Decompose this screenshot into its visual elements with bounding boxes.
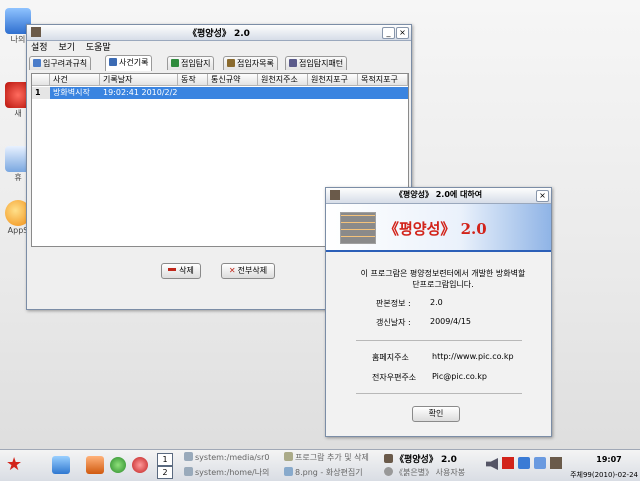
folder-icon [184,467,193,476]
ok-button[interactable]: 확인 [412,406,460,422]
tab-bar: 입구려과규칙 사건기록 접입탐지 접입자목록 접입탐지패턴 [27,55,411,71]
installer-icon [284,452,293,461]
window-title: 《평양성》 2.0 [188,29,250,39]
field-label: 갱신날자 : [376,318,411,327]
field-value: 2.0 [430,298,443,307]
main-window-titlebar[interactable]: 《평양성》 2.0 _ × [27,25,411,41]
image-editor-icon [284,467,293,476]
task-item[interactable]: system:/home/나의 [184,467,269,478]
menu-view[interactable]: 보기 [58,41,75,55]
tab-intrusion-detect[interactable]: 접입탐지 [167,56,215,70]
firewall-logo-icon [340,212,376,244]
field-label: 홈페지주소 [372,353,409,362]
column-header[interactable]: 원천지포구 [308,74,358,86]
close-button[interactable]: × [396,27,409,39]
task-item[interactable]: 프로그람 추가 및 삭제 [284,452,369,463]
package-icon[interactable] [86,456,104,474]
input-method-icon[interactable] [534,457,546,469]
clock[interactable]: 19:07 [584,455,634,464]
task-item[interactable]: 8.png - 화상편집기 [284,467,363,478]
tab-intruder-list[interactable]: 접입자목록 [223,56,278,70]
log-icon [109,58,117,66]
task-item[interactable]: 《붉은별》 사용자봉 [384,467,465,478]
banner-title: 《평양성》 2.0 [384,220,487,238]
delete-all-button[interactable]: ✕ 전부삭제 [221,263,275,279]
row-number-header [32,74,50,86]
pattern-icon [289,59,297,67]
table-cell: 방화벽시작 [50,87,100,99]
field-label: 전자우편주소 [372,373,417,382]
divider [356,340,522,341]
volume-icon[interactable] [486,458,498,470]
menu-help[interactable]: 도움말 [86,41,111,55]
divider [356,393,522,394]
field-value: 2009/4/15 [430,317,472,326]
menu-settings[interactable]: 설정 [31,41,48,55]
network-icon[interactable] [518,457,530,469]
table-cell [308,87,358,99]
taskbar: ★ 1 2 system:/media/sr0 프로그람 추가 및 삭제 《평양… [0,449,640,481]
help-icon [384,467,393,476]
app-icon [384,454,393,463]
date: 주체99(2010)-02-24 [570,471,638,479]
tab-filter-rules[interactable]: 입구려과규칙 [29,56,92,70]
start-menu-star-icon[interactable]: ★ [6,456,40,474]
table-cell [258,87,308,99]
task-item-active[interactable]: 《평양성》 2.0 [384,452,457,465]
folder-icon [184,452,193,461]
delete-button[interactable]: 삭제 [161,263,201,279]
close-button[interactable]: × [536,190,549,202]
table-row[interactable]: 1 방화벽시작 19:02:41 2010/2/2 [32,87,408,99]
column-header[interactable]: 통신규약 [208,74,258,86]
table-cell [178,87,208,99]
list-icon [227,59,235,67]
column-header[interactable]: 목적지포구 [358,74,408,86]
table-cell [208,87,258,99]
homepage-link[interactable]: http://www.pic.co.kp [432,352,514,361]
field-label: 판본정보 : [376,299,411,308]
menubar: 설정 보기 도움말 [27,41,411,55]
description: 이 프로그람은 평양정보련터에서 개발한 방화벽할단프로그람입니다. [360,269,526,289]
column-header[interactable]: 사건 [50,74,100,86]
column-header[interactable]: 동작 [178,74,208,86]
browser-icon[interactable] [110,457,126,473]
media-icon[interactable] [132,457,148,473]
row-number: 1 [32,87,50,99]
table-cell: 19:02:41 2010/2/2 [100,87,178,99]
flag-icon[interactable] [502,457,514,469]
task-item[interactable]: system:/media/sr0 [184,452,269,462]
table-cell [358,87,408,99]
about-dialog: 《평양성》 2.0에 대하여 × 《평양성》 2.0 이 프로그람은 평양정보련… [325,187,552,437]
desktop-switch-1[interactable]: 1 [157,453,173,466]
shield-icon [33,59,41,67]
minimize-button[interactable]: _ [382,27,395,39]
detect-icon [171,59,179,67]
tab-event-log[interactable]: 사건기록 [105,55,153,71]
dialog-title: 《평양성》 2.0에 대하여 [394,190,483,199]
column-header[interactable]: 원천지주소 [258,74,308,86]
desktop-switch-2[interactable]: 2 [157,466,173,479]
about-dialog-titlebar[interactable]: 《평양성》 2.0에 대하여 × [326,188,551,204]
x-icon: ✕ [228,266,236,275]
file-manager-icon[interactable] [52,456,70,474]
tab-detect-pattern[interactable]: 접입탐지패턴 [285,56,348,70]
firewall-tray-icon[interactable] [550,457,562,469]
minus-icon [168,268,177,271]
column-header[interactable]: 기록날자 [100,74,178,86]
banner: 《평양성》 2.0 [326,204,551,252]
email-link[interactable]: Pic@pic.co.kp [432,372,487,381]
